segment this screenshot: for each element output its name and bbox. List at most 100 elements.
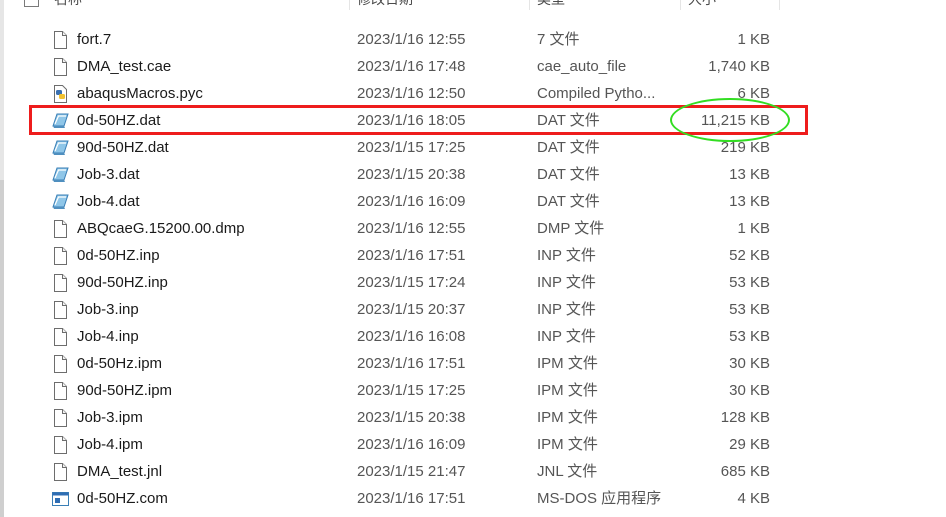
file-row[interactable]: Job-4.ipm 2023/1/16 16:09 IPM 文件 29 KB bbox=[0, 431, 946, 458]
file-date: 2023/1/16 17:51 bbox=[357, 355, 466, 372]
dat-file-icon bbox=[52, 112, 69, 130]
file-row[interactable]: Job-3.dat 2023/1/15 20:38 DAT 文件 13 KB bbox=[0, 161, 946, 188]
file-name: Job-3.dat bbox=[77, 166, 140, 183]
file-type: INP 文件 bbox=[537, 328, 596, 345]
column-header-name[interactable]: 名称 bbox=[54, 0, 82, 16]
file-type: DAT 文件 bbox=[537, 193, 600, 210]
dat-file-icon bbox=[52, 193, 69, 211]
file-name: DMA_test.jnl bbox=[77, 463, 163, 480]
column-divider[interactable] bbox=[529, 0, 530, 10]
column-divider[interactable] bbox=[680, 0, 681, 10]
file-row[interactable]: DMA_test.cae 2023/1/16 17:48 cae_auto_file… bbox=[0, 53, 946, 80]
dat-file-icon bbox=[52, 166, 69, 184]
file-type: cae_auto_file bbox=[537, 58, 627, 75]
file-type: IPM 文件 bbox=[537, 355, 598, 372]
file-row[interactable]: 0d-50HZ.dat 2023/1/16 18:05 DAT 文件 11,215 K… bbox=[0, 107, 946, 134]
file-type: IPM 文件 bbox=[537, 409, 598, 426]
file-date: 2023/1/16 12:50 bbox=[357, 85, 466, 102]
file-row[interactable]: 90d-50HZ.inp 2023/1/15 17:24 INP 文件 53 KB bbox=[0, 269, 946, 296]
file-name: Job-3.inp bbox=[77, 301, 139, 318]
file-name: abaqusMacros.pyc bbox=[77, 85, 203, 102]
file-name: 90d-50HZ.ipm bbox=[77, 382, 173, 399]
file-row[interactable]: ABQcaeG.15200.00.dmp 2023/1/16 12:55 DMP 文… bbox=[0, 215, 946, 242]
file-type: INP 文件 bbox=[537, 274, 596, 291]
file-date: 2023/1/15 17:25 bbox=[357, 139, 466, 156]
file-name: Job-4.dat bbox=[77, 193, 140, 210]
file-date: 2023/1/16 12:55 bbox=[357, 220, 466, 237]
file-row[interactable]: 0d-50HZ.com 2023/1/16 17:51 MS-DOS 应用程序 4 K… bbox=[0, 485, 946, 512]
file-size: 685 KB bbox=[720, 463, 770, 480]
generic-file-icon bbox=[52, 463, 69, 481]
generic-file-icon bbox=[52, 247, 69, 265]
file-size: 53 KB bbox=[729, 274, 770, 291]
select-all-checkbox[interactable] bbox=[24, 0, 39, 7]
generic-file-icon bbox=[52, 31, 69, 49]
file-size: 30 KB bbox=[729, 382, 770, 399]
file-row[interactable]: Job-4.dat 2023/1/16 16:09 DAT 文件 13 KB bbox=[0, 188, 946, 215]
file-name: 0d-50Hz.ipm bbox=[77, 355, 163, 372]
generic-file-icon bbox=[52, 220, 69, 238]
file-type: IPM 文件 bbox=[537, 436, 598, 453]
file-type: JNL 文件 bbox=[537, 463, 598, 480]
file-size: 1 KB bbox=[737, 220, 770, 237]
file-row[interactable]: 90d-50HZ.ipm 2023/1/15 17:25 IPM 文件 30 KB bbox=[0, 377, 946, 404]
generic-file-icon bbox=[52, 436, 69, 454]
column-divider[interactable] bbox=[349, 0, 350, 10]
file-date: 2023/1/15 17:24 bbox=[357, 274, 466, 291]
file-type: INP 文件 bbox=[537, 301, 596, 318]
file-size: 29 KB bbox=[729, 436, 770, 453]
file-type: Compiled Pytho... bbox=[537, 85, 656, 102]
column-header-size[interactable]: 大小 bbox=[688, 0, 716, 16]
generic-file-icon bbox=[52, 328, 69, 346]
file-date: 2023/1/16 17:48 bbox=[357, 58, 466, 75]
file-type: IPM 文件 bbox=[537, 382, 598, 399]
file-size: 30 KB bbox=[729, 355, 770, 372]
file-size: 1,740 KB bbox=[708, 58, 770, 75]
file-type: INP 文件 bbox=[537, 247, 596, 264]
file-type: DMP 文件 bbox=[537, 220, 605, 237]
file-type: MS-DOS 应用程序 bbox=[537, 490, 662, 507]
file-row[interactable]: 90d-50HZ.dat 2023/1/15 17:25 DAT 文件 219 KB bbox=[0, 134, 946, 161]
file-row[interactable]: fort.7 2023/1/16 12:55 7 文件 1 KB bbox=[0, 26, 946, 53]
file-row[interactable]: 0d-50HZ.inp 2023/1/16 17:51 INP 文件 52 KB bbox=[0, 242, 946, 269]
file-row[interactable]: 0d-50Hz.ipm 2023/1/16 17:51 IPM 文件 30 KB bbox=[0, 350, 946, 377]
generic-file-icon bbox=[52, 355, 69, 373]
file-row[interactable]: abaqusMacros.pyc 2023/1/16 12:50 Compiled … bbox=[0, 80, 946, 107]
column-header-date[interactable]: 修改日期 bbox=[357, 0, 413, 16]
file-date: 2023/1/15 21:47 bbox=[357, 463, 466, 480]
file-size: 6 KB bbox=[737, 85, 770, 102]
file-size: 1 KB bbox=[737, 31, 770, 48]
file-date: 2023/1/15 20:38 bbox=[357, 166, 466, 183]
generic-file-icon bbox=[52, 382, 69, 400]
file-date: 2023/1/16 16:09 bbox=[357, 436, 466, 453]
dat-file-icon bbox=[52, 139, 69, 157]
file-row[interactable]: Job-4.inp 2023/1/16 16:08 INP 文件 53 KB bbox=[0, 323, 946, 350]
file-type: 7 文件 bbox=[537, 31, 580, 48]
file-size: 4 KB bbox=[737, 490, 770, 507]
file-type: DAT 文件 bbox=[537, 166, 600, 183]
file-date: 2023/1/16 16:09 bbox=[357, 193, 466, 210]
file-row[interactable]: DMA_test.jnl 2023/1/15 21:47 JNL 文件 685 KB bbox=[0, 458, 946, 485]
generic-file-icon bbox=[52, 58, 69, 76]
file-name: ABQcaeG.15200.00.dmp bbox=[77, 220, 245, 237]
generic-file-icon bbox=[52, 301, 69, 319]
column-divider[interactable] bbox=[779, 0, 780, 10]
file-row[interactable]: Job-3.ipm 2023/1/15 20:38 IPM 文件 128 KB bbox=[0, 404, 946, 431]
file-date: 2023/1/16 17:51 bbox=[357, 247, 466, 264]
file-size: 13 KB bbox=[729, 166, 770, 183]
file-name: 90d-50HZ.dat bbox=[77, 139, 169, 156]
file-date: 2023/1/15 17:25 bbox=[357, 382, 466, 399]
file-name: DMA_test.cae bbox=[77, 58, 172, 75]
column-header-type[interactable]: 类型 bbox=[537, 0, 565, 16]
file-size: 128 KB bbox=[720, 409, 770, 426]
file-type: DAT 文件 bbox=[537, 139, 600, 156]
file-date: 2023/1/16 16:08 bbox=[357, 328, 466, 345]
file-date: 2023/1/15 20:37 bbox=[357, 301, 466, 318]
file-name: Job-4.inp bbox=[77, 328, 139, 345]
file-row[interactable]: Job-3.inp 2023/1/15 20:37 INP 文件 53 KB bbox=[0, 296, 946, 323]
file-size: 53 KB bbox=[729, 301, 770, 318]
file-date: 2023/1/16 17:51 bbox=[357, 490, 466, 507]
generic-file-icon bbox=[52, 409, 69, 427]
file-size: 52 KB bbox=[729, 247, 770, 264]
file-name: Job-4.ipm bbox=[77, 436, 143, 453]
